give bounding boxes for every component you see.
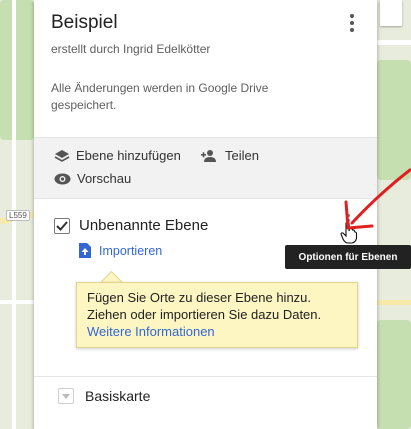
eye-icon bbox=[54, 173, 71, 184]
map-park-area bbox=[377, 60, 411, 180]
map-road bbox=[377, 300, 411, 305]
upload-file-icon bbox=[79, 243, 91, 258]
annotation-arrow-icon bbox=[344, 168, 411, 230]
layer-visibility-checkbox[interactable] bbox=[54, 217, 70, 234]
layers-icon bbox=[54, 149, 70, 162]
map-road bbox=[0, 300, 34, 304]
map-panel: Beispiel erstellt durch Ingrid Edelkötte… bbox=[34, 0, 377, 429]
map-road bbox=[377, 40, 411, 45]
expand-basemap-button[interactable] bbox=[58, 388, 74, 404]
preview-button[interactable]: Vorschau bbox=[54, 171, 131, 186]
basemap-header[interactable]: Basiskarte bbox=[58, 388, 150, 404]
divider bbox=[34, 376, 377, 377]
add-layer-label: Ebene hinzufügen bbox=[76, 148, 181, 163]
map-control-button[interactable] bbox=[380, 0, 402, 26]
layer-name[interactable]: Unbenannte Ebene bbox=[79, 217, 208, 234]
learn-more-link[interactable]: Weitere Informationen bbox=[87, 324, 215, 339]
map-title[interactable]: Beispiel bbox=[51, 12, 118, 34]
chevron-down-icon bbox=[62, 393, 70, 399]
add-person-icon bbox=[201, 149, 216, 162]
layer-header: Unbenannte Ebene bbox=[54, 217, 208, 234]
hint-text: Fügen Sie Orte zu dieser Ebene hinzu. Zi… bbox=[87, 290, 322, 322]
share-button[interactable]: Teilen bbox=[201, 148, 259, 163]
map-toolbar: Ebene hinzufügen Teilen Vorschau bbox=[34, 137, 377, 199]
import-label: Importieren bbox=[99, 243, 163, 258]
basemap-label: Basiskarte bbox=[85, 388, 151, 404]
panel-header: Beispiel erstellt durch Ingrid Edelkötte… bbox=[34, 0, 377, 137]
map-road-label: L559 bbox=[6, 210, 30, 221]
import-link[interactable]: Importieren bbox=[79, 243, 162, 258]
more-options-icon[interactable] bbox=[347, 14, 357, 38]
checkmark-icon bbox=[56, 220, 68, 231]
save-status: Alle Änderungen werden in Google Drive g… bbox=[51, 81, 269, 112]
empty-layer-hint: Fügen Sie Orte zu dieser Ebene hinzu. Zi… bbox=[76, 282, 358, 348]
map-park-area bbox=[377, 320, 411, 429]
layer-options-tooltip: Optionen für Ebenen bbox=[285, 245, 411, 269]
add-layer-button[interactable]: Ebene hinzufügen bbox=[54, 148, 181, 163]
author-text: erstellt durch Ingrid Edelkötter bbox=[51, 42, 211, 56]
preview-label: Vorschau bbox=[77, 171, 132, 186]
share-label: Teilen bbox=[225, 148, 259, 163]
map-park-area bbox=[0, 0, 34, 140]
